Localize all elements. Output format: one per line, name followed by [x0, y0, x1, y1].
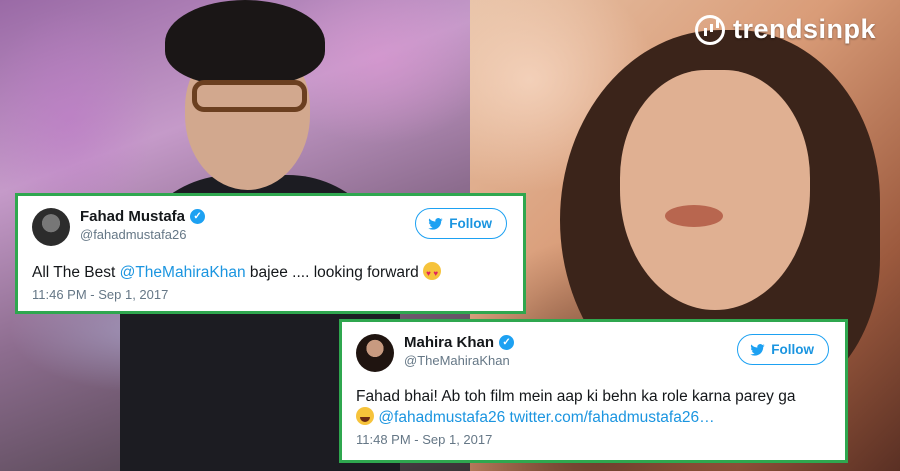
- tears-of-joy-emoji-icon: [356, 407, 374, 425]
- tweet-author: Mahira Khan ✓ @TheMahiraKhan: [404, 334, 515, 368]
- follow-button[interactable]: Follow: [737, 334, 829, 365]
- tweet-text-part: Fahad bhai! Ab toh film mein aap ki behn…: [356, 388, 796, 405]
- avatar[interactable]: [32, 208, 70, 246]
- tweet-text: Fahad bhai! Ab toh film mein aap ki behn…: [356, 386, 829, 428]
- author-handle[interactable]: @fahadmustafa26: [80, 227, 205, 242]
- author-handle[interactable]: @TheMahiraKhan: [404, 353, 514, 368]
- woman-lips: [665, 205, 723, 227]
- name-row: Mahira Khan ✓: [404, 334, 515, 351]
- author-name[interactable]: Fahad Mustafa: [80, 208, 185, 225]
- avatar[interactable]: [356, 334, 394, 372]
- twitter-bird-icon: [428, 217, 443, 230]
- mention-link[interactable]: @fahadmustafa26: [378, 409, 505, 426]
- verified-badge-icon: ✓: [499, 335, 515, 350]
- tweet-author: Fahad Mustafa ✓ @fahadmustafa26: [80, 208, 206, 242]
- heart-eyes-emoji-icon: [423, 262, 442, 284]
- author-name[interactable]: Mahira Khan: [404, 334, 494, 351]
- tweet-text-part: All The Best: [32, 264, 120, 281]
- tweet-url-link[interactable]: twitter.com/fahadmustafa26…: [510, 409, 715, 426]
- tweet-header: Fahad Mustafa ✓ @fahadmustafa26 Follow: [32, 208, 507, 246]
- verified-badge-icon: ✓: [190, 209, 206, 224]
- man-glasses: [192, 80, 307, 112]
- twitter-bird-icon: [750, 343, 765, 356]
- follow-label: Follow: [771, 342, 814, 357]
- brand-logo: trendsinpk: [694, 14, 876, 45]
- tweet-timestamp[interactable]: 11:46 PM - Sep 1, 2017: [32, 287, 507, 302]
- tweet-card-fahad[interactable]: Fahad Mustafa ✓ @fahadmustafa26 Follow A…: [15, 193, 526, 314]
- woman-silhouette-face: [620, 70, 810, 310]
- tweet-header: Mahira Khan ✓ @TheMahiraKhan Follow: [356, 334, 829, 372]
- follow-button[interactable]: Follow: [415, 208, 507, 239]
- tweet-timestamp[interactable]: 11:48 PM - Sep 1, 2017: [356, 432, 829, 447]
- mention-link[interactable]: @TheMahiraKhan: [120, 264, 246, 281]
- tweet-text: All The Best @TheMahiraKhan bajee .... l…: [32, 262, 507, 284]
- tweet-card-mahira[interactable]: Mahira Khan ✓ @TheMahiraKhan Follow Faha…: [339, 319, 848, 463]
- man-silhouette-hair: [165, 0, 325, 85]
- follow-label: Follow: [449, 216, 492, 231]
- logo-text: trendsinpk: [732, 14, 876, 44]
- tweet-text-part: bajee .... looking forward: [245, 264, 424, 281]
- name-row: Fahad Mustafa ✓: [80, 208, 206, 225]
- chart-logo-icon: [694, 14, 725, 45]
